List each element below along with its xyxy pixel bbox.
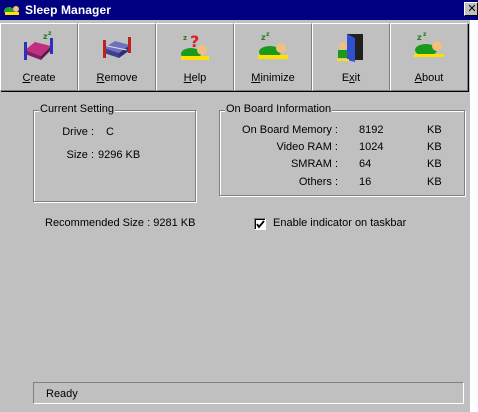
- about-sleeper-icon: z z: [414, 31, 444, 57]
- close-icon: ✕: [467, 3, 477, 15]
- help-question-icon: ? z: [181, 32, 209, 60]
- others-value: 16: [359, 176, 372, 188]
- onboard-memory-value: 8192: [359, 124, 384, 136]
- enable-indicator-label[interactable]: Enable indicator on taskbar: [273, 217, 406, 229]
- svg-text:z: z: [423, 31, 427, 38]
- about-label: About: [414, 72, 444, 84]
- onboard-memory-label: On Board Memory :: [242, 124, 338, 136]
- checkmark-icon: [256, 220, 265, 229]
- enable-indicator-checkbox[interactable]: [254, 218, 266, 230]
- close-button[interactable]: ✕: [464, 2, 478, 16]
- drive-value: C: [106, 126, 114, 138]
- status-bar: Ready: [33, 382, 464, 404]
- create-button[interactable]: z z Create: [0, 23, 78, 91]
- remove-label: Remove: [96, 72, 138, 84]
- about-button[interactable]: z z About: [390, 23, 468, 91]
- smram-unit: KB: [427, 158, 442, 170]
- remove-button[interactable]: Remove: [78, 23, 156, 91]
- remove-bed-icon: [103, 37, 131, 58]
- window-title: Sleep Manager: [25, 3, 111, 17]
- title-bar[interactable]: Sleep Manager ✕: [0, 0, 478, 20]
- current-setting-group: Current Setting Drive : C Size : 9296 KB: [33, 103, 196, 202]
- size-label: Size :: [66, 149, 94, 161]
- drive-label: Drive :: [62, 126, 94, 138]
- svg-text:?: ?: [190, 32, 199, 51]
- svg-text:z: z: [266, 31, 270, 38]
- exit-button[interactable]: Exit: [312, 23, 390, 91]
- minimize-label: Minimize: [251, 72, 295, 84]
- toolbar: z z Create Remove ? z Help z z Minimize …: [0, 23, 470, 93]
- recommended-size: Recommended Size : 9281 KB: [45, 217, 196, 229]
- svg-text:z: z: [48, 30, 52, 37]
- onboard-info-title: On Board Information: [225, 103, 333, 115]
- smram-value: 64: [359, 158, 372, 170]
- size-value: 9296 KB: [98, 149, 141, 161]
- exit-label: Exit: [341, 72, 361, 84]
- smram-label: SMRAM :: [290, 158, 338, 170]
- create-label: Create: [22, 72, 56, 84]
- create-bed-icon: z z: [24, 30, 53, 60]
- status-text: Ready: [46, 388, 78, 400]
- onboard-memory-unit: KB: [427, 124, 442, 136]
- sleeping-figure-icon: [4, 6, 19, 15]
- current-setting-title: Current Setting: [39, 103, 115, 115]
- onboard-info-group: On Board Information On Board Memory : 8…: [219, 103, 465, 196]
- others-label: Others :: [298, 176, 338, 188]
- help-label: Help: [183, 72, 207, 84]
- help-button[interactable]: ? z Help: [156, 23, 234, 91]
- minimize-button[interactable]: z z Minimize: [234, 23, 312, 91]
- video-ram-unit: KB: [427, 141, 442, 153]
- others-unit: KB: [427, 176, 442, 188]
- svg-text:z: z: [417, 33, 422, 42]
- exit-door-icon: [337, 34, 363, 62]
- video-ram-value: 1024: [359, 141, 384, 153]
- minimize-sleeper-icon: z z: [258, 31, 288, 59]
- video-ram-label: Video RAM :: [276, 141, 338, 153]
- svg-text:z: z: [183, 34, 187, 42]
